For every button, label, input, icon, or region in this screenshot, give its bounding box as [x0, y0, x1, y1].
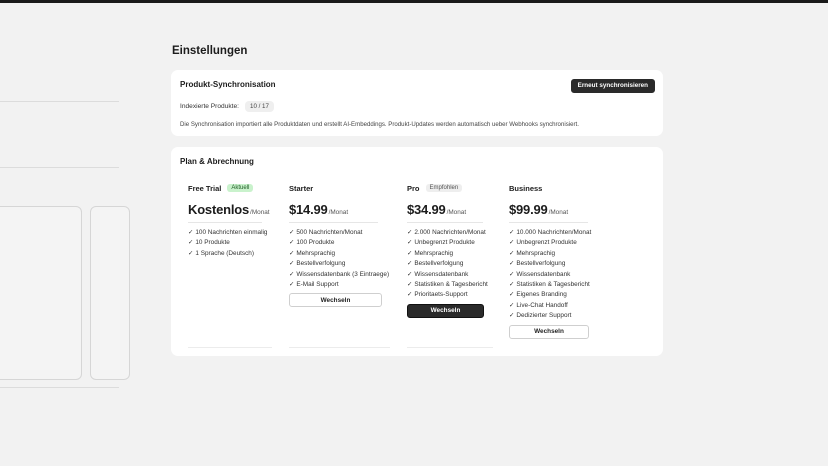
plan-price: $34.99 — [407, 202, 446, 217]
plan-billing-card: Plan & Abrechnung Free Trial Aktuell Kos… — [171, 147, 663, 356]
check-icon: ✓ — [407, 260, 413, 268]
plan-price: $99.99 — [509, 202, 548, 217]
feature-list: ✓ 500 Nachrichten/Monat ✓ 100 Produkte ✓ Me… — [289, 228, 390, 290]
switch-plan-button-business[interactable]: Wechseln — [509, 324, 589, 339]
top-bar — [0, 0, 828, 3]
plan-divider — [407, 347, 493, 348]
feature-item: ✓ Bestellverfolgung — [289, 260, 346, 268]
plan-name: Free Trial — [188, 183, 222, 193]
sync-description: Die Synchronisation importiert alle Prod… — [180, 121, 579, 128]
feature-item: ✓ 100 Nachrichten einmalig — [188, 229, 268, 236]
check-icon: ✓ — [289, 270, 295, 278]
plan-price-period: /Monat — [446, 209, 467, 216]
price-divider — [407, 222, 483, 223]
feature-item: ✓ Mehrsprachig — [407, 249, 454, 257]
feature-item: ✓ Unbegrenzt Produkte — [407, 239, 475, 247]
plan-business: Business $99.99 /Monat ✓ 10.000 Nachricht… — [509, 182, 599, 348]
check-icon: ✓ — [407, 281, 413, 289]
feature-item: ✓ Wissensdatenbank — [509, 270, 571, 278]
indexed-products-row: Indexierte Produkte: 10 / 17 — [180, 101, 274, 112]
recommended-badge: Empfohlen — [425, 184, 463, 192]
plan-pro: Pro Empfohlen $34.99 /Monat ✓ 2.000 Nachr… — [407, 182, 493, 348]
check-icon: ✓ — [509, 312, 515, 320]
background-divider — [0, 387, 119, 388]
background-divider — [0, 167, 119, 168]
background-card — [0, 206, 82, 380]
feature-item: ✓ Prioritaets-Support — [407, 291, 468, 299]
current-plan-badge: Aktuell — [227, 184, 254, 192]
resync-button[interactable]: Erneut synchronisieren — [570, 79, 655, 93]
product-sync-card: Produkt-Synchronisation Erneut synchroni… — [171, 70, 663, 136]
plan-price: Kostenlos — [188, 202, 250, 217]
sync-card-title: Produkt-Synchronisation — [180, 80, 276, 89]
feature-item: ✓ Dedizierter Support — [509, 312, 572, 320]
check-icon: ✓ — [188, 229, 194, 236]
check-icon: ✓ — [509, 229, 515, 236]
page-title: Einstellungen — [172, 45, 248, 57]
feature-item: ✓ Wissensdatenbank — [407, 270, 469, 278]
plan-name: Pro — [407, 183, 420, 193]
check-icon: ✓ — [289, 281, 295, 289]
feature-item: ✓ 2.000 Nachrichten/Monat — [407, 229, 486, 236]
feature-item: ✓ Mehrsprachig — [509, 249, 556, 257]
feature-item: ✓ E-Mail Support — [289, 281, 339, 289]
indexed-products-count: 10 / 17 — [245, 101, 274, 112]
feature-list: ✓ 10.000 Nachrichten/Monat ✓ Unbegrenzt Pr… — [509, 228, 599, 322]
plan-name: Starter — [289, 183, 314, 193]
feature-item: ✓ Live-Chat Handoff — [509, 301, 568, 309]
indexed-products-label: Indexierte Produkte: — [180, 103, 240, 110]
background-card — [90, 206, 130, 380]
plan-price-period: /Monat — [548, 209, 569, 216]
check-icon: ✓ — [188, 249, 194, 257]
feature-item: ✓ 100 Produkte — [289, 239, 335, 247]
plan-card-title: Plan & Abrechnung — [180, 157, 254, 166]
check-icon: ✓ — [289, 239, 295, 247]
feature-item: ✓ Bestellverfolgung — [509, 260, 566, 268]
plan-price-period: /Monat — [328, 209, 349, 216]
check-icon: ✓ — [509, 281, 515, 289]
feature-list: ✓ 100 Nachrichten einmalig ✓ 10 Produkte ✓… — [188, 228, 272, 259]
check-icon: ✓ — [407, 291, 413, 299]
check-icon: ✓ — [289, 229, 295, 236]
check-icon: ✓ — [509, 291, 515, 299]
feature-item: ✓ 500 Nachrichten/Monat — [289, 229, 363, 236]
plan-price: $14.99 — [289, 202, 328, 217]
price-divider — [289, 222, 378, 223]
check-icon: ✓ — [509, 301, 515, 309]
feature-item: ✓ 10 Produkte — [188, 239, 230, 247]
feature-item: ✓ Eigenes Branding — [509, 291, 567, 299]
plan-free-trial: Free Trial Aktuell Kostenlos /Monat ✓ 100… — [188, 182, 272, 348]
price-divider — [509, 222, 589, 223]
check-icon: ✓ — [289, 260, 295, 268]
feature-item: ✓ Statistiken & Tagesbericht — [407, 281, 488, 289]
plan-price-period: /Monat — [250, 209, 270, 216]
check-icon: ✓ — [509, 270, 515, 278]
check-icon: ✓ — [407, 239, 413, 247]
check-icon: ✓ — [407, 249, 413, 257]
feature-item: ✓ Statistiken & Tagesbericht — [509, 281, 590, 289]
check-icon: ✓ — [509, 249, 515, 257]
check-icon: ✓ — [289, 249, 295, 257]
check-icon: ✓ — [509, 260, 515, 268]
plan-divider — [289, 347, 390, 348]
background-divider — [0, 101, 119, 102]
feature-item: ✓ 1 Sprache (Deutsch) — [188, 249, 254, 257]
feature-item: ✓ Wissensdatenbank (3 Eintraege) — [289, 270, 390, 278]
check-icon: ✓ — [407, 229, 413, 236]
check-icon: ✓ — [407, 270, 413, 278]
feature-item: ✓ Mehrsprachig — [289, 249, 336, 257]
plan-name: Business — [509, 183, 543, 193]
price-divider — [188, 222, 262, 223]
feature-item: ✓ 10.000 Nachrichten/Monat — [509, 229, 592, 236]
feature-item: ✓ Bestellverfolgung — [407, 260, 464, 268]
feature-item: ✓ Unbegrenzt Produkte — [509, 239, 577, 247]
switch-plan-button-pro[interactable]: Wechseln — [407, 303, 484, 318]
switch-plan-button-starter[interactable]: Wechseln — [289, 293, 382, 308]
plan-divider — [188, 347, 272, 348]
feature-list: ✓ 2.000 Nachrichten/Monat ✓ Unbegrenzt Pro… — [407, 228, 493, 301]
plan-starter: Starter $14.99 /Monat ✓ 500 Nachrichten/M… — [289, 182, 390, 348]
check-icon: ✓ — [188, 239, 194, 247]
check-icon: ✓ — [509, 239, 515, 247]
